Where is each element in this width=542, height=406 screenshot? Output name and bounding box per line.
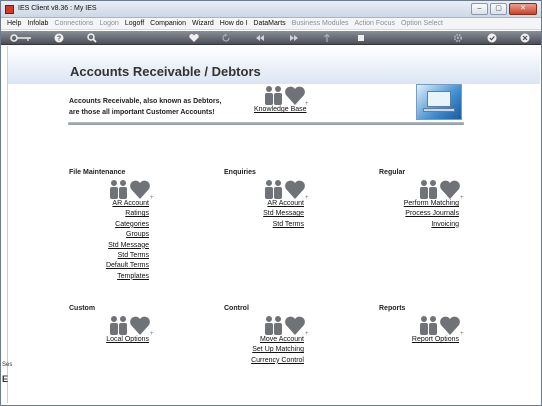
link-categories[interactable]: Categories xyxy=(69,220,149,230)
page-title: Accounts Receivable / Debtors xyxy=(70,64,261,79)
link-templates[interactable]: Templates xyxy=(69,272,149,282)
link-move-account[interactable]: Move Account xyxy=(224,335,304,345)
link-list: Local Options xyxy=(69,335,149,345)
laptop-image xyxy=(416,84,462,120)
forward-icon[interactable] xyxy=(287,32,301,44)
svg-text:+: + xyxy=(460,331,464,336)
svg-text:+: + xyxy=(460,195,464,200)
link-list: Report Options xyxy=(379,335,459,345)
people-heart-icon[interactable]: + xyxy=(261,178,309,201)
svg-text:+: + xyxy=(150,331,154,336)
section-title: Regular xyxy=(379,169,406,176)
menu-logon[interactable]: Logon xyxy=(96,20,121,27)
upload-icon[interactable] xyxy=(320,32,334,44)
menu-action-focus[interactable]: Action Focus xyxy=(352,20,398,27)
link-std-terms[interactable]: Std Terms xyxy=(224,220,304,230)
link-groups[interactable]: Groups xyxy=(69,230,149,240)
menu-option-select[interactable]: Option Select xyxy=(398,20,446,27)
link-list: AR Account Std Message Std Terms xyxy=(224,199,304,230)
people-heart-icon[interactable]: + xyxy=(416,178,464,201)
intro-line-2: are those all important Customer Account… xyxy=(69,109,215,116)
menu-wizard[interactable]: Wizard xyxy=(189,20,217,27)
link-std-terms[interactable]: Std Terms xyxy=(69,251,149,261)
link-ar-account[interactable]: AR Account xyxy=(69,199,149,209)
intro-text: Accounts Receivable, also known as Debto… xyxy=(69,96,222,118)
link-list: Perform Matching Process Journals Invoic… xyxy=(379,199,459,230)
section-title: Enquiries xyxy=(224,169,256,176)
close-button[interactable]: ✕ xyxy=(509,3,537,15)
link-invoicing[interactable]: Invoicing xyxy=(379,220,459,230)
main-content: Accounts Receivable / Debtors Accounts R… xyxy=(2,46,540,403)
link-default-terms[interactable]: Default Terms xyxy=(69,261,149,271)
link-ratings[interactable]: Ratings xyxy=(69,209,149,219)
svg-text:+: + xyxy=(150,195,154,200)
heart-icon[interactable] xyxy=(187,32,201,44)
menu-connections[interactable]: Connections xyxy=(51,20,96,27)
app-icon xyxy=(5,5,14,14)
help-icon[interactable]: ? xyxy=(52,32,66,44)
section-title: Control xyxy=(224,305,249,312)
link-ar-account[interactable]: AR Account xyxy=(224,199,304,209)
refresh-icon[interactable] xyxy=(219,32,233,44)
side-label-e: E xyxy=(2,374,9,384)
link-std-message[interactable]: Std Message xyxy=(224,209,304,219)
people-heart-icon[interactable]: + xyxy=(106,314,154,337)
left-side-strip: Ses E xyxy=(2,362,12,402)
people-heart-icon[interactable]: + xyxy=(261,314,309,337)
people-heart-icon[interactable]: + xyxy=(416,314,464,337)
header-divider xyxy=(68,122,464,125)
link-list: AR Account Ratings Categories Groups Std… xyxy=(69,199,149,282)
intro-line-1: Accounts Receivable, also known as Debto… xyxy=(69,98,222,105)
minimize-button[interactable]: – xyxy=(471,3,488,15)
svg-text:+: + xyxy=(305,331,309,336)
link-list: Move Account Set Up Matching Currency Co… xyxy=(224,335,304,366)
section-title: File Maintenance xyxy=(69,169,126,176)
menu-logoff[interactable]: Logoff xyxy=(122,20,147,27)
menu-infolab[interactable]: Infolab xyxy=(24,20,51,27)
link-currency-control[interactable]: Currency Control xyxy=(224,356,304,366)
window-title: IES Client v8.36 : My IES xyxy=(18,5,97,12)
people-heart-icon[interactable]: + xyxy=(106,178,154,201)
check-icon[interactable] xyxy=(485,32,499,44)
search-icon[interactable] xyxy=(85,32,99,44)
people-heart-icon[interactable]: + xyxy=(261,84,309,107)
section-title: Reports xyxy=(379,305,406,312)
gear-icon[interactable] xyxy=(451,32,465,44)
menu-help[interactable]: Help xyxy=(4,20,24,27)
menu-companion[interactable]: Companion xyxy=(147,20,189,27)
link-std-message[interactable]: Std Message xyxy=(69,241,149,251)
rewind-icon[interactable] xyxy=(253,32,267,44)
link-local-options[interactable]: Local Options xyxy=(69,335,149,345)
menu-how-do-i[interactable]: How do I xyxy=(217,20,251,27)
svg-text:+: + xyxy=(305,195,309,200)
link-process-journals[interactable]: Process Journals xyxy=(379,209,459,219)
stop-icon[interactable] xyxy=(354,32,368,44)
link-set-up-matching[interactable]: Set Up Matching xyxy=(224,345,304,355)
svg-text:?: ? xyxy=(57,36,61,43)
section-title: Custom xyxy=(69,305,96,312)
menu-datamarts[interactable]: DataMarts xyxy=(250,20,288,27)
maximize-button[interactable]: ▢ xyxy=(490,3,507,15)
title-bar[interactable]: IES Client v8.36 : My IES – ▢ ✕ xyxy=(1,1,541,18)
link-report-options[interactable]: Report Options xyxy=(379,335,459,345)
side-label-ses: Ses xyxy=(2,362,13,368)
menu-bar: Help Infolab Connections Logon Logoff Co… xyxy=(1,18,541,30)
app-window: IES Client v8.36 : My IES – ▢ ✕ Help Inf… xyxy=(0,0,542,406)
menu-business-modules[interactable]: Business Modules xyxy=(289,20,352,27)
toolbar: ? xyxy=(1,31,541,45)
close-icon[interactable] xyxy=(518,32,532,44)
key-icon[interactable] xyxy=(9,32,35,44)
link-perform-matching[interactable]: Perform Matching xyxy=(379,199,459,209)
knowledge-base-link[interactable]: Knowledge Base xyxy=(254,106,307,113)
